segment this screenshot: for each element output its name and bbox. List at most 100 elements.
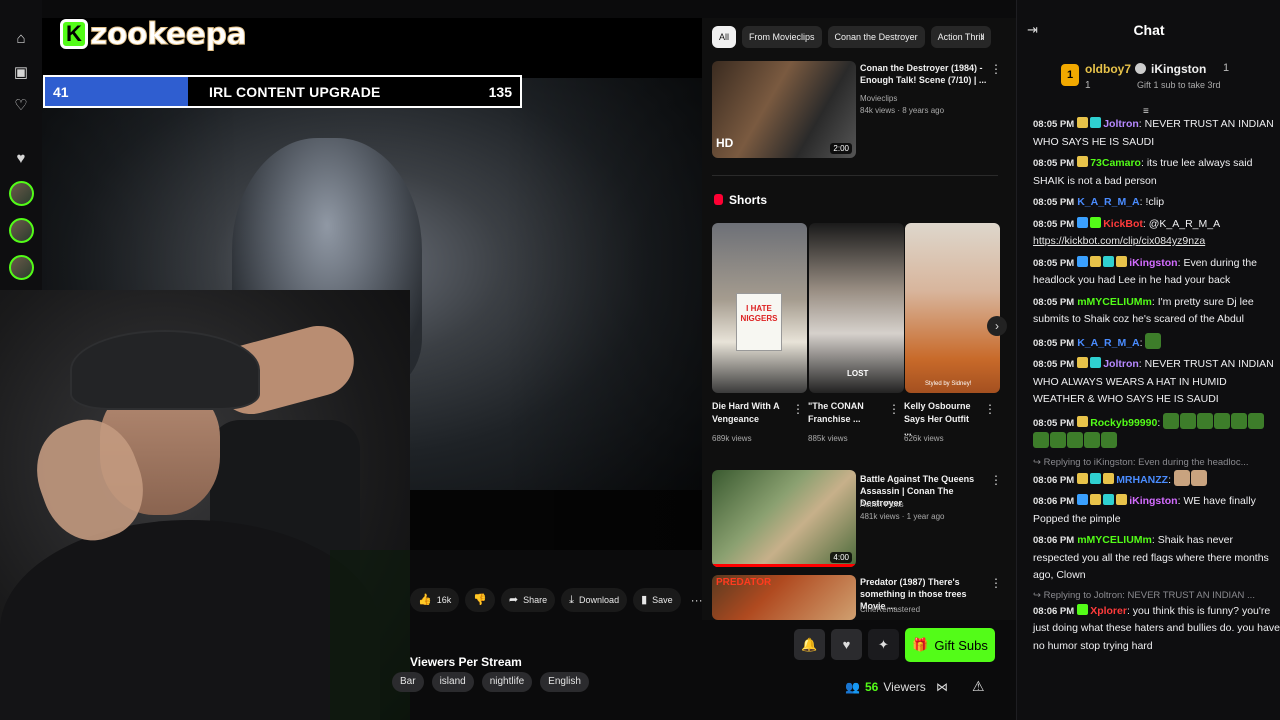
chat-username[interactable]: Joltron xyxy=(1103,118,1139,130)
chat-username[interactable]: Rockyb99990 xyxy=(1090,417,1157,429)
chat-username[interactable]: Xplorer xyxy=(1090,605,1127,617)
more-vert-icon[interactable]: ⋮ xyxy=(990,576,1002,590)
short-thumbnail[interactable]: LOST xyxy=(809,223,904,393)
heart-filled-icon: ♥ xyxy=(16,150,26,167)
rank-badge: 1 xyxy=(1061,64,1079,86)
channel-avatar[interactable] xyxy=(9,255,34,280)
channel-avatar[interactable] xyxy=(9,181,34,206)
badge-icon xyxy=(1077,357,1089,368)
chat-username[interactable]: MRHANZZ xyxy=(1116,474,1168,486)
video-title[interactable]: Conan the Destroyer (1984) - Enough Talk… xyxy=(860,62,990,86)
more-vert-icon[interactable]: ⋮ xyxy=(990,473,1002,487)
short-views: 626k views xyxy=(904,434,944,443)
badge-icon xyxy=(1103,255,1115,267)
tag[interactable]: nightlife xyxy=(481,672,533,692)
badge-icon xyxy=(1090,472,1102,484)
chat-username[interactable]: mMYCELIUMm xyxy=(1077,296,1152,308)
save-button[interactable]: ▮ Save xyxy=(633,588,681,612)
gifter-avatar-icon xyxy=(1135,63,1146,74)
goal-target: 135 xyxy=(488,84,512,100)
chat-timestamp: 08:05 PM xyxy=(1033,158,1075,169)
tag[interactable]: island xyxy=(431,672,474,692)
emote-icon xyxy=(1190,469,1207,486)
download-icon: ⤓ xyxy=(569,594,575,606)
video-channel[interactable]: Movieclips xyxy=(860,93,897,104)
chat-reply-context[interactable]: ↪ Replying to Joltron: NEVER TRUST AN IN… xyxy=(1033,589,1280,603)
video-actions: 👍 16k 👎 ➦ Share ⤓ Download ▮ Save ··· xyxy=(410,588,703,612)
following-icon[interactable]: ▣ xyxy=(11,63,31,83)
chip-conan[interactable]: Conan the Destroyer xyxy=(827,26,925,48)
home-icon[interactable]: ⌂ xyxy=(11,29,31,49)
short-title[interactable]: "The CONAN Franchise ... xyxy=(808,400,882,426)
chat-timestamp: 08:06 PM xyxy=(1033,496,1075,507)
chat-link[interactable]: https://kickbot.com/clip/cix084yz9nza xyxy=(1033,235,1205,247)
chat-username[interactable]: iKingston xyxy=(1129,257,1177,269)
chevron-right-icon[interactable]: › xyxy=(980,28,985,44)
report-warning-icon[interactable]: ⚠ xyxy=(972,678,985,695)
download-button[interactable]: ⤓ Download xyxy=(561,588,628,612)
notification-bell-button[interactable]: 🔔 xyxy=(794,629,825,660)
emote-icon xyxy=(1050,432,1066,448)
chat-message: 08:05 PM K_A_R_M_A: !clip xyxy=(1033,196,1165,208)
more-vert-icon[interactable]: ⋮ xyxy=(792,402,804,416)
chip-all[interactable]: All xyxy=(712,26,737,48)
badge-icon xyxy=(1077,156,1089,167)
chat-username[interactable]: K_A_R_M_A xyxy=(1077,337,1139,349)
video-duration: 4:00 xyxy=(830,552,852,563)
short-thumbnail[interactable]: I HATE NIGGERS xyxy=(712,223,807,393)
share-button[interactable]: ➦ Share xyxy=(500,588,556,612)
emote-icon xyxy=(1173,469,1190,486)
short-thumbnail[interactable]: Styled by Sidney! xyxy=(905,223,1000,393)
stream-category[interactable]: Viewers Per Stream xyxy=(410,655,522,669)
top-gifter-name[interactable]: oldboy7 xyxy=(1085,62,1131,76)
gifter-name[interactable]: iKingston xyxy=(1151,62,1206,76)
follow-heart-button[interactable]: ♥ xyxy=(831,629,862,660)
more-vert-icon[interactable]: ⋮ xyxy=(990,62,1002,76)
chevron-right-icon[interactable]: › xyxy=(987,316,1007,336)
emote-icon xyxy=(1231,412,1248,429)
video-channel[interactable]: Action Picks xyxy=(860,499,904,510)
chat-username[interactable]: 73Camaro xyxy=(1090,157,1141,169)
chat-reply-context[interactable]: ↪ Replying to iKingston: Even during the… xyxy=(1033,456,1280,470)
more-vert-icon[interactable]: ⋮ xyxy=(888,402,900,416)
chat-message: 08:06 PM iKingston: WE have finally Poppe… xyxy=(1033,494,1256,525)
short-title[interactable]: Die Hard With A Vengeance xyxy=(712,400,786,426)
chat-message: 08:06 PM mMYCELIUMm: Shaik has never resp… xyxy=(1033,534,1269,581)
channel-avatar[interactable] xyxy=(9,218,34,243)
goal-current: 41 xyxy=(53,84,69,100)
chat-timestamp: 08:05 PM xyxy=(1033,417,1075,429)
heart-icon[interactable]: ♡ xyxy=(11,96,31,116)
stream-tags: Bar island nightlife English xyxy=(392,672,589,692)
sparkle-button[interactable]: ✦ xyxy=(868,629,899,660)
chat-text: !clip xyxy=(1145,196,1165,208)
badge-icon xyxy=(1077,216,1089,228)
gift-subs-button[interactable]: 🎁 Gift Subs xyxy=(905,628,995,662)
chat-username[interactable]: K_A_R_M_A xyxy=(1077,196,1139,208)
more-horiz-icon[interactable]: ··· xyxy=(691,593,703,607)
chat-username[interactable]: KickBot xyxy=(1103,218,1143,230)
chat-message: 08:05 PM K_A_R_M_A: xyxy=(1033,332,1280,353)
chip-from-movieclips[interactable]: From Movieclips xyxy=(742,26,822,48)
tag[interactable]: Bar xyxy=(392,672,424,692)
video-thumbnail[interactable]: 4:00 xyxy=(712,470,856,567)
gifter-count: 1 xyxy=(1223,62,1230,74)
tag[interactable]: English xyxy=(540,672,589,692)
thumbs-down-icon: 👎 xyxy=(473,594,487,606)
video-thumbnail[interactable]: HD 2:00 xyxy=(712,61,856,158)
more-vert-icon[interactable]: ⋮ xyxy=(984,402,996,416)
emote-icon xyxy=(1067,432,1083,448)
youtube-recommendations: All From Movieclips Conan the Destroyer … xyxy=(702,18,1016,620)
like-button[interactable]: 👍 16k xyxy=(410,588,460,612)
chat-username[interactable]: mMYCELIUMm xyxy=(1077,534,1152,546)
video-channel[interactable]: CineRemastered xyxy=(860,604,920,615)
chat-username[interactable]: iKingston xyxy=(1129,495,1177,507)
chat-message: 08:05 PM KickBot: @K_A_R_M_A https://kickb… xyxy=(1033,216,1221,247)
badge-icon xyxy=(1103,494,1115,505)
emote-icon xyxy=(1145,332,1162,349)
video-thumbnail[interactable]: PREDATOR xyxy=(712,575,856,620)
people-icon: 👥 xyxy=(845,680,860,694)
protest-sign: I HATE NIGGERS xyxy=(736,293,782,351)
chat-username[interactable]: Joltron xyxy=(1103,358,1139,370)
dislike-button[interactable]: 👎 xyxy=(465,588,495,612)
share-icon[interactable]: ⋈ xyxy=(936,680,948,694)
